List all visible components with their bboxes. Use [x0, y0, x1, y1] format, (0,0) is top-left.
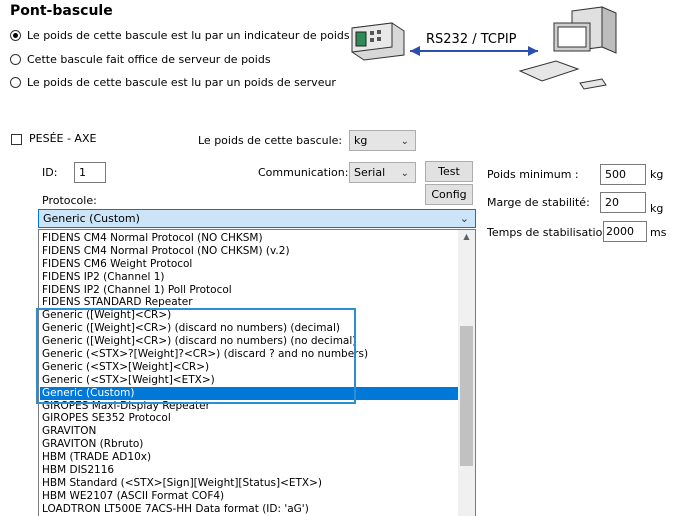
- option-server-label: Cette bascule fait office de serveur de …: [27, 53, 271, 66]
- communication-value: Serial: [354, 166, 386, 179]
- scrollbar[interactable]: ▲: [458, 230, 475, 516]
- protocol-list-item[interactable]: Generic (Custom): [40, 386, 458, 400]
- scroll-up-icon[interactable]: ▲: [458, 232, 475, 241]
- stability-margin-input[interactable]: 20: [600, 192, 646, 213]
- option-server-weight[interactable]: Le poids de cette bascule est lu par un …: [10, 76, 336, 89]
- weight-unit-select[interactable]: kg ⌄: [349, 130, 416, 151]
- protocol-list-item[interactable]: FIDENS STANDARD Repeater: [40, 296, 458, 309]
- protocol-list-item[interactable]: GIROPES SE352 Protocol: [40, 412, 458, 425]
- option-server[interactable]: Cette bascule fait office de serveur de …: [10, 53, 271, 66]
- arrow-right-icon: [528, 46, 538, 56]
- protocol-list-item[interactable]: Generic ([Weight]<CR>) (discard no numbe…: [40, 322, 458, 335]
- communication-label: Communication:: [258, 166, 349, 179]
- min-weight-input[interactable]: 500: [600, 164, 646, 185]
- protocol-combobox[interactable]: Generic (Custom) ⌄: [38, 209, 476, 228]
- protocol-list-item[interactable]: FIDENS IP2 (Channel 1) Poll Protocol: [40, 284, 458, 297]
- protocol-dropdown-list[interactable]: FIDENS CM4 Normal Protocol (NO CHKSM) FID…: [38, 229, 476, 516]
- indicator-device-icon: [351, 22, 405, 61]
- communication-select[interactable]: Serial ⌄: [349, 162, 416, 183]
- protocol-list-item[interactable]: GRAVITON: [40, 425, 458, 438]
- scrollbar-thumb[interactable]: [460, 326, 473, 466]
- computer-icon: [518, 6, 617, 90]
- protocol-list-item[interactable]: HBM WE2107 (ASCII Format COF4): [40, 490, 458, 503]
- protocol-list-item[interactable]: FIDENS IP2 (Channel 1): [40, 271, 458, 284]
- protocol-list-item[interactable]: HBM (TRADE AD10x): [40, 451, 458, 464]
- weight-unit-value: kg: [354, 134, 368, 147]
- arrow-left-icon: [410, 46, 420, 56]
- protocol-list-item[interactable]: Generic (<STX>?[Weight]?<CR>) (discard ?…: [40, 348, 458, 361]
- chevron-down-icon: ⌄: [400, 168, 409, 179]
- radio-server-weight[interactable]: [10, 77, 21, 88]
- protocol-items: FIDENS CM4 Normal Protocol (NO CHKSM) FID…: [40, 232, 458, 516]
- protocol-list-item[interactable]: Generic ([Weight]<CR>): [40, 309, 458, 322]
- protocol-list-item[interactable]: GIROPES Maxi-Display Repeater: [40, 400, 458, 413]
- page-title: Pont-bascule: [10, 3, 113, 19]
- connection-diagram: RS232 / TCPIP: [351, 6, 617, 90]
- protocol-list-item[interactable]: FIDENS CM4 Normal Protocol (NO CHKSM): [40, 232, 458, 245]
- protocol-list-item[interactable]: FIDENS CM4 Normal Protocol (NO CHKSM) (v…: [40, 245, 458, 258]
- stability-margin-unit: kg: [650, 202, 664, 215]
- chevron-down-icon: ⌄: [400, 136, 409, 147]
- option-server-weight-label: Le poids de cette bascule est lu par un …: [27, 76, 336, 89]
- weight-unit-label: Le poids de cette bascule:: [198, 134, 343, 147]
- link-label: RS232 / TCPIP: [426, 32, 517, 47]
- min-weight-unit: kg: [650, 168, 664, 181]
- test-button[interactable]: Test: [425, 161, 473, 182]
- protocol-list-item[interactable]: Generic ([Weight]<CR>) (discard no numbe…: [40, 335, 458, 348]
- stabilization-time-unit: ms: [650, 226, 667, 239]
- stabilization-time-input[interactable]: 2000: [603, 221, 647, 242]
- axle-label: PESÉE - AXE: [29, 132, 97, 145]
- protocol-list-item[interactable]: GRAVITON (Rbruto): [40, 438, 458, 451]
- protocol-list-item[interactable]: Generic (<STX>[Weight]<CR>): [40, 361, 458, 374]
- protocol-selected-value: Generic (Custom): [43, 212, 140, 225]
- protocol-list-item[interactable]: LOADTRON LT500E 7ACS-HH Data format (ID:…: [40, 503, 458, 516]
- radio-indicator[interactable]: [10, 30, 21, 41]
- stability-margin-label: Marge de stabilité:: [487, 196, 590, 209]
- min-weight-label: Poids minimum :: [487, 168, 579, 181]
- option-indicator[interactable]: Le poids de cette bascule est lu par un …: [10, 29, 350, 42]
- stabilization-time-label: Temps de stabilisation: [487, 226, 610, 239]
- id-input[interactable]: 1: [74, 162, 106, 183]
- config-button[interactable]: Config: [425, 184, 473, 205]
- protocol-list-item[interactable]: FIDENS CM6 Weight Protocol: [40, 258, 458, 271]
- protocol-list-item[interactable]: Generic (<STX>[Weight]<ETX>): [40, 374, 458, 387]
- radio-server[interactable]: [10, 54, 21, 65]
- chevron-down-icon: ⌄: [459, 212, 469, 225]
- protocol-label: Protocole:: [42, 194, 97, 207]
- axle-checkbox[interactable]: [11, 134, 22, 145]
- id-label: ID:: [42, 166, 58, 179]
- protocol-list-item[interactable]: HBM DIS2116: [40, 464, 458, 477]
- protocol-list-item[interactable]: HBM Standard (<STX>[Sign][Weight][Status…: [40, 477, 458, 490]
- option-indicator-label: Le poids de cette bascule est lu par un …: [27, 29, 350, 42]
